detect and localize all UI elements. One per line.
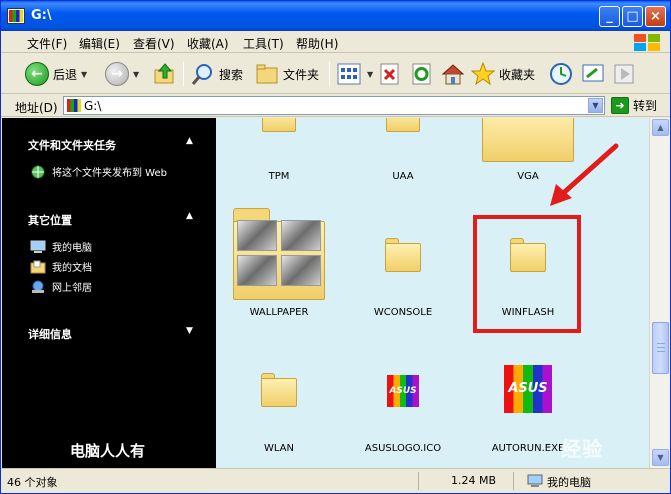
go-button[interactable]: ➜ 转到 xyxy=(611,97,657,114)
toolbar: ← 后退 ▼ → ▼ 搜索 文件夹 ▼ 收藏夹 xyxy=(1,54,670,94)
favorites-button[interactable]: 收藏夹 xyxy=(471,58,535,90)
status-object-count: 46 个对象 xyxy=(7,476,58,489)
status-location: 我的电脑 xyxy=(547,476,591,489)
windows-logo-icon xyxy=(632,32,662,52)
map-drive-button[interactable] xyxy=(581,58,605,90)
collapse-other-places-icon[interactable]: ▲ xyxy=(186,211,193,221)
publish-web-link[interactable]: 将这个文件夹发布到 Web xyxy=(30,164,167,179)
views-icon xyxy=(337,63,361,85)
status-bar: 46 个对象 1.24 MB 我的电脑 xyxy=(1,468,670,493)
views-dropdown-icon[interactable]: ▼ xyxy=(367,70,373,79)
window-title: G:\ xyxy=(31,8,52,23)
my-computer-icon xyxy=(30,240,46,253)
search-button[interactable]: 搜索 xyxy=(191,58,243,90)
menu-edit[interactable]: 编辑(E) xyxy=(79,35,120,52)
collapse-file-tasks-icon[interactable]: ▲ xyxy=(186,136,193,146)
explorer-window: G:\ _ □ × 文件(F) 编辑(E) 查看(V) 收藏(A) 工具(T) … xyxy=(0,0,671,494)
file-tasks-title[interactable]: 文件和文件夹任务 xyxy=(28,137,116,153)
details-title[interactable]: 详细信息 xyxy=(28,326,72,342)
address-dropdown-icon[interactable]: ▼ xyxy=(588,98,603,113)
highlight-arrow-icon xyxy=(550,143,619,206)
history-icon xyxy=(550,63,572,85)
menu-tools[interactable]: 工具(T) xyxy=(243,35,284,52)
close-button[interactable]: × xyxy=(645,6,666,27)
search-label: 搜索 xyxy=(219,67,244,82)
file-view[interactable]: TPM UAA VGA WALLPAPER WCONSOLE WINFLASH xyxy=(216,118,649,468)
minimize-button[interactable]: _ xyxy=(599,6,620,27)
my-computer-label: 我的电脑 xyxy=(52,243,92,254)
folders-label: 文件夹 xyxy=(283,67,320,82)
scroll-thumb[interactable] xyxy=(652,322,669,374)
network-places-icon xyxy=(32,280,44,293)
disconnect-drive-icon xyxy=(614,64,634,84)
forward-button[interactable]: → ▼ xyxy=(105,58,139,90)
go-arrow-icon: ➜ xyxy=(611,97,629,114)
address-value[interactable]: G:\ xyxy=(84,99,101,113)
asus-drive-icon xyxy=(7,8,25,24)
scroll-up-icon[interactable]: ▲ xyxy=(652,119,669,136)
my-documents-icon xyxy=(30,260,46,273)
task-pane: 文件和文件夹任务 ▲ 将这个文件夹发布到 Web 其它位置 ▲ 我的电脑 我的文… xyxy=(2,118,216,468)
delete-icon xyxy=(380,63,399,85)
home-button[interactable] xyxy=(441,58,465,90)
my-documents-label: 我的文档 xyxy=(52,263,92,274)
search-icon xyxy=(191,64,212,85)
scroll-down-icon[interactable]: ▼ xyxy=(652,449,669,466)
refresh-button[interactable] xyxy=(411,58,433,90)
publish-web-label: 将这个文件夹发布到 Web xyxy=(52,168,167,179)
network-places-link[interactable]: 网上邻居 xyxy=(30,279,92,294)
watermark-text: 电脑人人有 xyxy=(70,442,146,460)
vertical-scrollbar[interactable]: ▲ ▼ xyxy=(649,118,670,468)
address-bar: 地址(D) G:\ ▼ ➜ 转到 xyxy=(1,95,670,117)
views-button[interactable]: ▼ xyxy=(337,58,373,90)
map-drive-icon xyxy=(582,64,604,82)
status-size: 1.24 MB xyxy=(451,474,497,487)
menu-favorites[interactable]: 收藏(A) xyxy=(187,35,229,52)
favorites-label: 收藏夹 xyxy=(499,67,536,82)
drive-icon xyxy=(67,99,81,112)
title-bar[interactable]: G:\ _ □ × xyxy=(1,1,670,31)
back-arrow-icon: ← xyxy=(25,62,49,86)
back-button[interactable]: ← 后退 ▼ xyxy=(25,58,87,90)
menu-file[interactable]: 文件(F) xyxy=(27,35,67,52)
my-computer-link[interactable]: 我的电脑 xyxy=(30,239,92,254)
up-folder-icon xyxy=(154,63,174,84)
my-documents-link[interactable]: 我的文档 xyxy=(30,259,92,274)
other-places-title[interactable]: 其它位置 xyxy=(28,212,72,228)
forward-arrow-icon: → xyxy=(105,62,129,86)
my-computer-icon xyxy=(527,474,543,487)
folders-icon xyxy=(256,64,278,84)
forward-dropdown-icon[interactable]: ▼ xyxy=(133,70,139,79)
back-dropdown-icon[interactable]: ▼ xyxy=(81,70,87,79)
folders-button[interactable]: 文件夹 xyxy=(255,58,319,90)
delete-button[interactable] xyxy=(379,58,401,90)
network-places-label: 网上邻居 xyxy=(52,283,92,294)
go-label: 转到 xyxy=(633,99,658,113)
menu-help[interactable]: 帮助(H) xyxy=(296,35,338,52)
maximize-button[interactable]: □ xyxy=(622,6,643,27)
up-folder-button[interactable] xyxy=(153,58,177,90)
address-input[interactable]: G:\ ▼ xyxy=(63,96,605,115)
disconnect-button[interactable] xyxy=(613,58,637,90)
star-icon xyxy=(471,62,495,86)
globe-icon xyxy=(31,165,45,178)
watermark-right: 经验 xyxy=(561,437,603,461)
refresh-icon xyxy=(412,63,431,85)
menu-bar: 文件(F) 编辑(E) 查看(V) 收藏(A) 工具(T) 帮助(H) xyxy=(1,31,670,53)
history-button[interactable] xyxy=(549,58,573,90)
expand-details-icon[interactable]: ▼ xyxy=(186,326,193,336)
home-icon xyxy=(441,64,465,85)
menu-view[interactable]: 查看(V) xyxy=(133,35,175,52)
address-label: 地址(D) xyxy=(15,101,58,115)
back-label: 后退 xyxy=(53,67,78,82)
